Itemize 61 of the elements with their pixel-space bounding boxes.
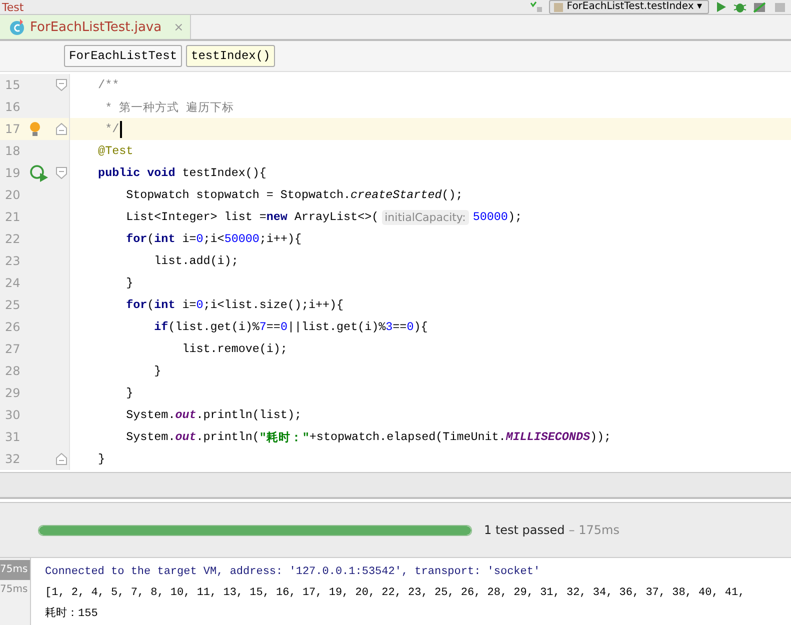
test-status-icon[interactable]: [528, 1, 543, 13]
console-line: Connected to the target VM, address: '127.0.0.1:53542', transport: 'socket': [45, 565, 542, 580]
line-number: 28: [4, 364, 22, 378]
line-number: 19: [4, 166, 22, 180]
test-duration: – 175ms: [568, 523, 620, 537]
code-line: List<Integer> list =new ArrayList<>( initialCapacity: 50000);: [125, 210, 522, 224]
code-line: list.remove(i);: [181, 342, 288, 356]
line-number: 25: [4, 298, 22, 312]
coverage-icon[interactable]: [753, 1, 767, 13]
code-line: }: [125, 386, 134, 400]
fold-marker-icon[interactable]: [56, 453, 67, 465]
line-number: 30: [4, 408, 22, 422]
code-line: }: [125, 276, 134, 290]
line-number: 26: [4, 320, 22, 334]
line-number: 24: [4, 276, 22, 290]
code-line: Stopwatch stopwatch = Stopwatch.createStarted();: [125, 188, 463, 202]
tab-label[interactable]: ForEachListTest.java: [30, 20, 162, 34]
run-configuration-dropdown[interactable]: ForEachListTest.testIndex ▾: [548, 0, 709, 14]
test-time[interactable]: 75ms: [0, 560, 30, 580]
breadcrumb[interactable]: ForEachListTest: [64, 45, 182, 67]
console-line: [1, 2, 4, 5, 7, 8, 10, 11, 13, 15, 16, 17, 19, 20, 22, 23, 25, 26, 28, 29, 31, 32, 34, 36, 37, 38, 40, 41,: [45, 586, 745, 601]
project-name[interactable]: Test: [0, 0, 24, 14]
line-number: 15: [4, 78, 22, 92]
code-line: @Test: [97, 144, 134, 158]
code-line: /**: [97, 78, 120, 92]
lightbulb-icon[interactable]: [29, 121, 42, 137]
code-line: list.add(i);: [153, 254, 238, 268]
line-number: 22: [4, 232, 22, 246]
line-number: 20: [4, 188, 22, 202]
debug-icon[interactable]: [733, 1, 747, 13]
line-number: 16: [4, 100, 22, 114]
line-number: 18: [4, 144, 22, 158]
line-number: 21: [4, 210, 22, 224]
run-icon[interactable]: [715, 1, 727, 13]
fold-marker-icon[interactable]: [56, 123, 67, 135]
code-line: System.out.println("耗时："+stopwatch.elapsed(TimeUnit.MILLISECONDS));: [125, 430, 612, 444]
test-time[interactable]: 75ms: [0, 580, 30, 600]
code-line: * 第一种方式 遍历下标: [104, 100, 234, 114]
test-status: 1 test passed: [484, 523, 565, 537]
code-line: if(list.get(i)%7==0||list.get(i)%3==0){: [153, 320, 428, 334]
class-file-icon: [8, 18, 26, 36]
code-line: public void testIndex(){: [97, 166, 266, 180]
line-number: 23: [4, 254, 22, 268]
fold-marker-icon[interactable]: [56, 79, 67, 91]
breadcrumb[interactable]: testIndex(): [186, 45, 276, 67]
line-number: 27: [4, 342, 22, 356]
console-line: 耗时：155: [45, 606, 99, 622]
line-number: 31: [4, 430, 22, 444]
fold-marker-icon[interactable]: [56, 167, 67, 179]
line-number: 29: [4, 386, 22, 400]
line-number: 17: [4, 122, 22, 136]
code-line: System.out.println(list);: [125, 408, 302, 422]
code-line: */: [70, 120, 122, 138]
code-line: }: [97, 452, 106, 466]
line-number: 32: [4, 452, 22, 466]
code-line: for(int i=0;i<list.size();i++){: [125, 298, 344, 312]
file-tab[interactable]: ForEachListTest.java ×: [0, 15, 191, 39]
code-line: }: [153, 364, 162, 378]
stop-icon[interactable]: [773, 1, 787, 13]
code-line: for(int i=0;i<50000;i++){: [125, 232, 302, 246]
run-test-icon[interactable]: [29, 164, 50, 182]
